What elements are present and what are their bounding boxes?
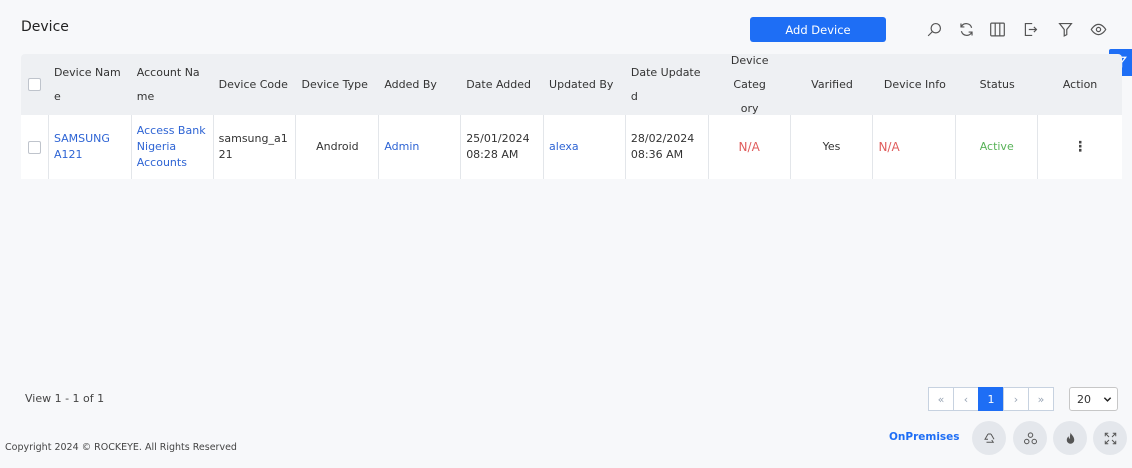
device-info-cell: N/A: [873, 115, 957, 179]
chevron-down-icon: [1103, 396, 1112, 402]
fire-icon[interactable]: [1053, 421, 1087, 455]
view-icon[interactable]: [1088, 20, 1108, 38]
table-row: SAMSUNG A121 Access Bank Nigeria Accounts s…: [21, 115, 1122, 179]
page-1-button[interactable]: 1: [978, 387, 1004, 411]
header-device-name[interactable]: Device Nam e: [49, 54, 132, 115]
columns-icon[interactable]: [988, 20, 1006, 38]
header-device-code[interactable]: Device Code: [214, 54, 297, 115]
deployment-mode-label: OnPremises: [889, 431, 960, 443]
account-name-link[interactable]: Access Bank Nigeria Accounts: [132, 115, 214, 179]
row-checkbox[interactable]: [21, 115, 49, 179]
header-varified[interactable]: Varified: [791, 54, 874, 115]
header-added-by[interactable]: Added By: [379, 54, 461, 115]
header-device-info[interactable]: Device Info: [873, 54, 956, 115]
search-icon[interactable]: [925, 20, 943, 38]
page-size-select[interactable]: 20: [1069, 387, 1118, 411]
filter-icon[interactable]: [1056, 20, 1074, 38]
device-name-link[interactable]: SAMSUNG A121: [49, 115, 132, 179]
added-by-link[interactable]: Admin: [379, 115, 462, 179]
recycle-icon[interactable]: [972, 421, 1006, 455]
prev-page-button[interactable]: ‹: [953, 387, 979, 411]
date-updated-cell: 28/02/2024 08:36 AM: [626, 115, 709, 179]
pagination: « ‹ 1 › »: [928, 387, 1054, 411]
add-device-button[interactable]: Add Device: [750, 17, 886, 42]
select-all-checkbox[interactable]: [21, 54, 49, 115]
fullscreen-icon[interactable]: [1093, 421, 1127, 455]
row-action-menu[interactable]: ⋮: [1038, 115, 1122, 179]
refresh-icon[interactable]: [957, 20, 975, 38]
device-code-cell: samsung_a1 21: [214, 115, 297, 179]
table-header: Device Nam e Account Na me Device Code Dev…: [21, 54, 1122, 115]
page-title: Device: [21, 19, 69, 35]
date-added-cell: 25/01/2024 08:28 AM: [461, 115, 545, 179]
view-count: View 1 - 1 of 1: [25, 392, 105, 405]
header-status[interactable]: Status: [956, 54, 1038, 115]
header-device-category[interactable]: Device Categ ory: [709, 54, 791, 115]
header-date-updated[interactable]: Date Update d: [626, 54, 709, 115]
last-page-button[interactable]: »: [1028, 387, 1054, 411]
header-action: Action: [1062, 77, 1098, 91]
status-badge: Active: [956, 115, 1039, 179]
device-type-cell: Android: [296, 115, 380, 179]
top-bar: Device Add Device: [0, 0, 1132, 54]
device-category-cell: N/A: [709, 115, 791, 179]
next-page-button[interactable]: ›: [1003, 387, 1029, 411]
first-page-button[interactable]: «: [928, 387, 954, 411]
cluster-icon[interactable]: [1013, 421, 1047, 455]
header-device-type[interactable]: Device Type: [296, 54, 379, 115]
export-icon[interactable]: [1021, 20, 1039, 38]
device-table: Device Nam e Account Na me Device Code Dev…: [21, 54, 1122, 179]
header-updated-by[interactable]: Updated By: [544, 54, 626, 115]
copyright-text: Copyright 2024 © ROCKEYE. All Rights Res…: [5, 442, 237, 453]
page-size-value: 20: [1077, 392, 1091, 406]
varified-cell: Yes: [791, 115, 874, 179]
header-date-added[interactable]: Date Added: [461, 54, 544, 115]
header-account-name[interactable]: Account Na me: [132, 54, 214, 115]
updated-by-link[interactable]: alexa: [544, 115, 626, 179]
